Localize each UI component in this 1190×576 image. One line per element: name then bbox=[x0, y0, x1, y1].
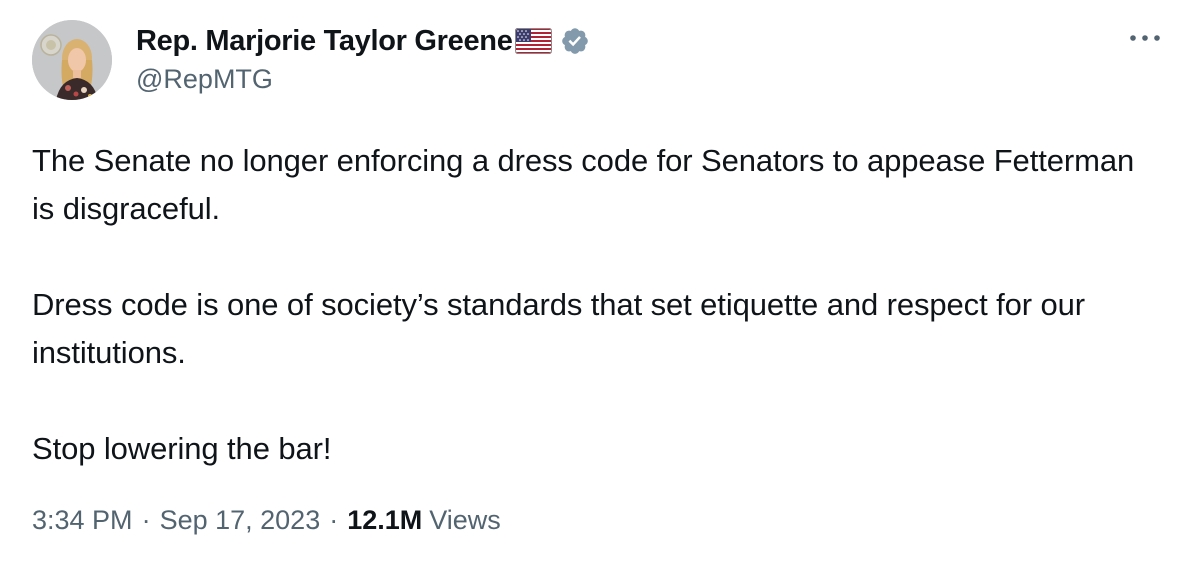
verified-badge-icon[interactable] bbox=[560, 26, 590, 56]
avatar[interactable] bbox=[32, 20, 112, 100]
tweet-meta: 3:34 PM · Sep 17, 2023 · 12.1M Views bbox=[32, 505, 501, 536]
tweet-paragraph: The Senate no longer enforcing a dress c… bbox=[32, 143, 1135, 226]
meta-separator: · bbox=[141, 505, 151, 535]
author-display-name[interactable]: Rep. Marjorie Taylor Greene bbox=[136, 25, 513, 58]
views-label[interactable]: Views bbox=[429, 505, 501, 536]
tweet-date[interactable]: Sep 17, 2023 bbox=[160, 505, 321, 536]
tweet-card: Rep. Marjorie Taylor Greene @RepMTG The … bbox=[0, 0, 1190, 576]
avatar-image bbox=[32, 20, 112, 100]
author-name-row[interactable]: Rep. Marjorie Taylor Greene bbox=[136, 24, 590, 58]
author-handle[interactable]: @RepMTG bbox=[136, 64, 273, 95]
tweet-time[interactable]: 3:34 PM bbox=[32, 505, 133, 536]
tweet-paragraph: Stop lowering the bar! bbox=[32, 431, 332, 466]
views-count[interactable]: 12.1M bbox=[347, 505, 422, 536]
us-flag-icon bbox=[514, 28, 552, 54]
meta-separator: · bbox=[329, 505, 339, 535]
more-options-icon[interactable] bbox=[1127, 26, 1163, 50]
tweet-text: The Senate no longer enforcing a dress c… bbox=[32, 137, 1162, 473]
tweet-paragraph: Dress code is one of society’s standards… bbox=[32, 287, 1086, 370]
